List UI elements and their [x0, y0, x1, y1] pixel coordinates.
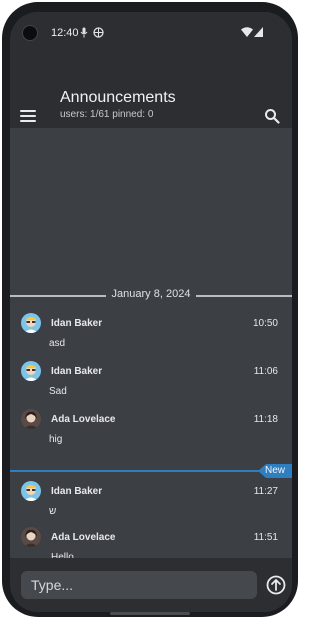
- message-list[interactable]: January 8, 2024 Idan Baker 10:50 asd Ida…: [10, 128, 292, 563]
- avatar-idan-icon: [21, 481, 41, 501]
- avatar-idan-icon: [21, 313, 41, 333]
- divider: [196, 295, 292, 297]
- channel-stats: users: 1/61 pinned: 0: [60, 109, 154, 120]
- message-input[interactable]: [21, 571, 257, 599]
- message-text: hig: [49, 434, 63, 445]
- author-name: Idan Baker: [51, 366, 103, 377]
- author-name: Idan Baker: [51, 318, 103, 329]
- camera-icon: [22, 25, 38, 41]
- screen: 12:40 Announcements users: 1/61 pinned: …: [10, 12, 292, 612]
- menu-icon[interactable]: [20, 110, 36, 122]
- author-name: Idan Baker: [51, 486, 103, 497]
- send-icon[interactable]: [266, 575, 286, 595]
- divider: [10, 470, 270, 472]
- message-item[interactable]: Ada Lovelace 11:18 hig: [10, 409, 292, 453]
- message-text: ש: [49, 506, 57, 517]
- composer: [10, 558, 292, 612]
- message-item[interactable]: Idan Baker 11:27 ש: [10, 481, 292, 525]
- date-separator: January 8, 2024: [10, 288, 292, 302]
- message-item[interactable]: Idan Baker 10:50 asd: [10, 313, 292, 357]
- status-time: 12:40: [51, 27, 79, 39]
- message-time: 11:18: [253, 414, 278, 425]
- message-text: asd: [49, 338, 66, 349]
- avatar[interactable]: [21, 361, 41, 381]
- wifi-icon: [241, 27, 253, 37]
- new-badge: New: [258, 464, 292, 478]
- message-text: Sad: [49, 386, 67, 397]
- message-time: 11:51: [253, 532, 278, 543]
- avatar[interactable]: [21, 527, 41, 547]
- page-title: Announcements: [60, 89, 176, 106]
- message-time: 11:06: [253, 366, 278, 377]
- new-messages-divider: New: [10, 464, 292, 478]
- mic-icon: [80, 27, 88, 38]
- avatar-ada-icon: [21, 409, 41, 429]
- avatar-idan-icon: [21, 361, 41, 381]
- date-label: January 8, 2024: [111, 288, 191, 300]
- avatar[interactable]: [21, 481, 41, 501]
- avatar[interactable]: [21, 409, 41, 429]
- status-bar: 12:40: [10, 12, 292, 52]
- message-time: 11:27: [253, 486, 278, 497]
- avatar-ada-icon: [21, 527, 41, 547]
- signal-icon: [254, 27, 263, 37]
- sync-icon: [93, 27, 104, 38]
- home-indicator: [110, 612, 190, 615]
- message-time: 10:50: [252, 318, 278, 329]
- avatar[interactable]: [21, 313, 41, 333]
- app-bar: Announcements users: 1/61 pinned: 0: [10, 52, 292, 128]
- phone-frame: 12:40 Announcements users: 1/61 pinned: …: [2, 2, 298, 617]
- message-item[interactable]: Idan Baker 11:06 Sad: [10, 361, 292, 405]
- author-name: Ada Lovelace: [51, 532, 116, 543]
- search-icon[interactable]: [264, 108, 280, 124]
- author-name: Ada Lovelace: [51, 414, 116, 425]
